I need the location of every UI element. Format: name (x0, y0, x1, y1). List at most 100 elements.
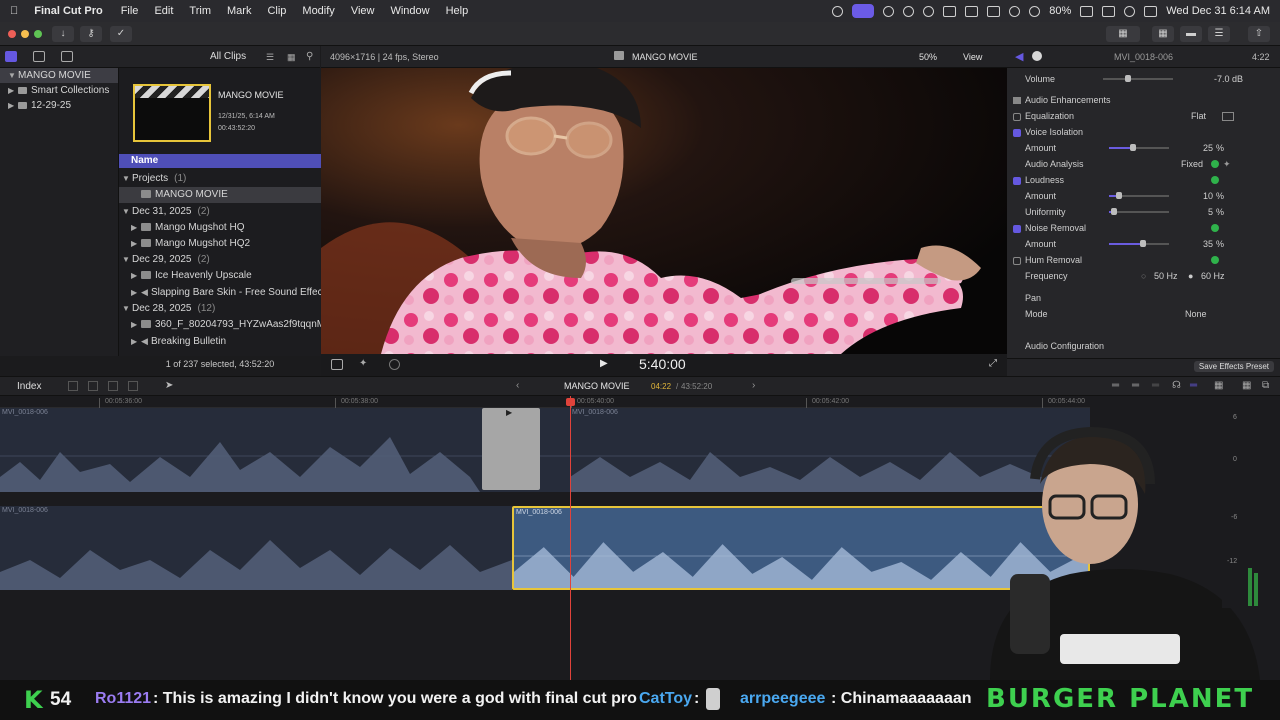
disclosure-icon[interactable]: ▼ (122, 171, 132, 187)
disclosure-icon[interactable]: ▼ (122, 301, 132, 317)
monitor-icon[interactable] (987, 5, 1001, 17)
loudness-checkbox[interactable] (1013, 176, 1021, 185)
show-inspector-icon[interactable]: ☰ (1208, 26, 1230, 42)
list-item[interactable]: ▶ 360_F_80204793_HYZwAas2f9tqqnMN (119, 317, 321, 333)
show-browser-icon[interactable]: ▦ (1152, 26, 1174, 42)
record-icon[interactable] (832, 5, 844, 17)
history-back-icon[interactable]: ‹ (516, 380, 519, 391)
list-view-icon[interactable]: ☰ (266, 52, 274, 63)
menu-file[interactable]: File (121, 5, 139, 17)
disclosure-icon[interactable]: ▶ (131, 317, 141, 333)
screen-share-icon[interactable] (852, 4, 875, 18)
info-inspector-icon[interactable] (1032, 51, 1042, 61)
freq-60-option[interactable]: 60 Hz (1201, 268, 1225, 284)
disclosure-icon[interactable]: ▶ (131, 334, 141, 350)
insert-icon[interactable] (88, 381, 98, 391)
sidebar-item-library[interactable]: ▼ MANGO MOVIE (0, 68, 118, 83)
zoom-dropdown[interactable]: 50% (919, 52, 937, 62)
menu-edit[interactable]: Edit (154, 5, 173, 17)
slider-knob[interactable] (1140, 240, 1146, 247)
sidebar-item-event[interactable]: ▶ 12-29-25 (0, 98, 118, 113)
disclosure-icon[interactable]: ▶ (131, 285, 141, 301)
retime-icon[interactable] (389, 359, 400, 370)
timeline-clip[interactable]: MVI_0018-006 (0, 506, 512, 590)
magic-wand-icon[interactable]: ✦ (1223, 156, 1231, 172)
list-item[interactable]: ▼ Dec 29, 2025 (2) (119, 252, 321, 268)
control-center-icon[interactable] (1102, 5, 1116, 17)
wifi-icon[interactable] (1029, 5, 1041, 17)
disclosure-icon[interactable]: ▶ (131, 268, 141, 284)
siri-icon[interactable] (1144, 5, 1158, 17)
photos-audio-icon[interactable] (33, 51, 45, 62)
history-forward-icon[interactable]: › (752, 380, 755, 391)
equalization-dropdown[interactable]: Flat (1191, 108, 1206, 124)
close-window-button[interactable] (8, 30, 16, 38)
titles-generators-icon[interactable] (61, 51, 73, 62)
spotlight-icon[interactable] (1124, 5, 1136, 17)
voice-isolation-slider[interactable] (1109, 144, 1169, 151)
volume-slider[interactable] (1103, 75, 1173, 82)
transform-icon[interactable] (331, 359, 343, 370)
section-header[interactable]: Audio Enhancements (1013, 92, 1273, 108)
hum-removal-checkbox[interactable] (1013, 256, 1021, 265)
timecode-display[interactable]: 5:40:00 (639, 356, 686, 372)
list-item[interactable]: ▼ Dec 31, 2025 (2) (119, 204, 321, 220)
save-effects-preset-button[interactable]: Save Effects Preset (1193, 361, 1274, 372)
sidebar-item-smart-collections[interactable]: ▶ Smart Collections (0, 83, 118, 98)
list-item[interactable]: ▶ ◀ Slapping Bare Skin - Free Sound Effect… (119, 284, 321, 300)
noise-removal-slider[interactable] (1109, 240, 1169, 247)
project-thumbnail[interactable] (133, 84, 211, 142)
view-dropdown[interactable]: View (963, 52, 982, 62)
select-tool-icon[interactable]: ➤ (165, 380, 173, 391)
equalization-checkbox[interactable] (1013, 112, 1021, 121)
loudness-amount-slider[interactable] (1109, 192, 1169, 199)
radio-icon[interactable]: ○ (1141, 268, 1146, 284)
slider-knob[interactable] (1111, 208, 1117, 215)
disclosure-icon[interactable]: ▼ (122, 204, 132, 220)
noise-removal-checkbox[interactable] (1013, 224, 1021, 233)
timeline-clip[interactable]: MVI_0018-006 MVI_0018-006 (0, 408, 1090, 492)
eq-graph-icon[interactable] (1222, 112, 1234, 121)
list-item[interactable]: ▶ Mango Mugshot HQ2 (119, 236, 321, 252)
profile-icon[interactable] (903, 5, 915, 17)
disclosure-icon[interactable]: ▼ (122, 252, 132, 268)
audio-inspector-icon[interactable]: ◀ (1015, 50, 1023, 63)
list-item[interactable]: ▶ Mango Mugshot HQ (119, 220, 321, 236)
list-item[interactable]: ▼ Dec 28, 2025 (12) (119, 301, 321, 317)
battery-icon[interactable] (1080, 5, 1094, 17)
connect-icon[interactable] (68, 381, 78, 391)
disclosure-icon[interactable]: ▶ (8, 98, 18, 113)
playhead-handle[interactable] (566, 398, 575, 406)
list-item[interactable]: ▶ ◀ Breaking Bulletin (119, 333, 321, 349)
apple-icon[interactable]:  (10, 5, 18, 17)
clip-appearance-icon[interactable]: ▦ (287, 52, 296, 63)
disclosure-icon[interactable]: ▶ (131, 236, 141, 252)
freq-50-option[interactable]: 50 Hz (1154, 268, 1178, 284)
minimize-window-button[interactable] (21, 30, 29, 38)
menu-window[interactable]: Window (390, 5, 429, 17)
bluetooth-icon[interactable] (1009, 5, 1021, 17)
show-timeline-icon[interactable]: ▬ (1180, 26, 1202, 42)
zoom-out-icon[interactable]: ═ (1132, 380, 1139, 391)
share-icon[interactable]: ⇧ (1248, 26, 1270, 42)
audio-lanes-icon[interactable]: ═ (1112, 380, 1119, 391)
disclosure-icon[interactable]: ▼ (8, 68, 18, 83)
skimming-icon[interactable]: ═ (1152, 380, 1159, 391)
video-viewer[interactable] (321, 68, 1007, 354)
play-button[interactable]: ▶ (600, 358, 608, 369)
pan-mode-dropdown[interactable]: None (1185, 306, 1207, 322)
append-icon[interactable] (108, 381, 118, 391)
disclosure-icon[interactable]: ▶ (8, 83, 18, 98)
headphones-icon[interactable]: ☊ (1172, 380, 1181, 391)
import-icon[interactable]: ↓ (52, 26, 74, 42)
disclosure-icon[interactable]: ▶ (131, 220, 141, 236)
gap-clip[interactable]: ▶ (482, 408, 540, 490)
clip-appearance-icon[interactable]: ▦ (1214, 380, 1223, 391)
timeline-ruler[interactable]: 00:05:36:00 00:05:38:00 00:05:40:00 00:0… (0, 396, 1090, 408)
volume-icon[interactable] (943, 5, 957, 17)
slider-knob[interactable] (1130, 144, 1136, 151)
uniformity-slider[interactable] (1109, 208, 1169, 215)
timeline-index-button[interactable]: Index (17, 381, 41, 392)
voice-isolation-checkbox[interactable] (1013, 128, 1021, 137)
clip-filter-dropdown[interactable]: All Clips (210, 51, 246, 62)
